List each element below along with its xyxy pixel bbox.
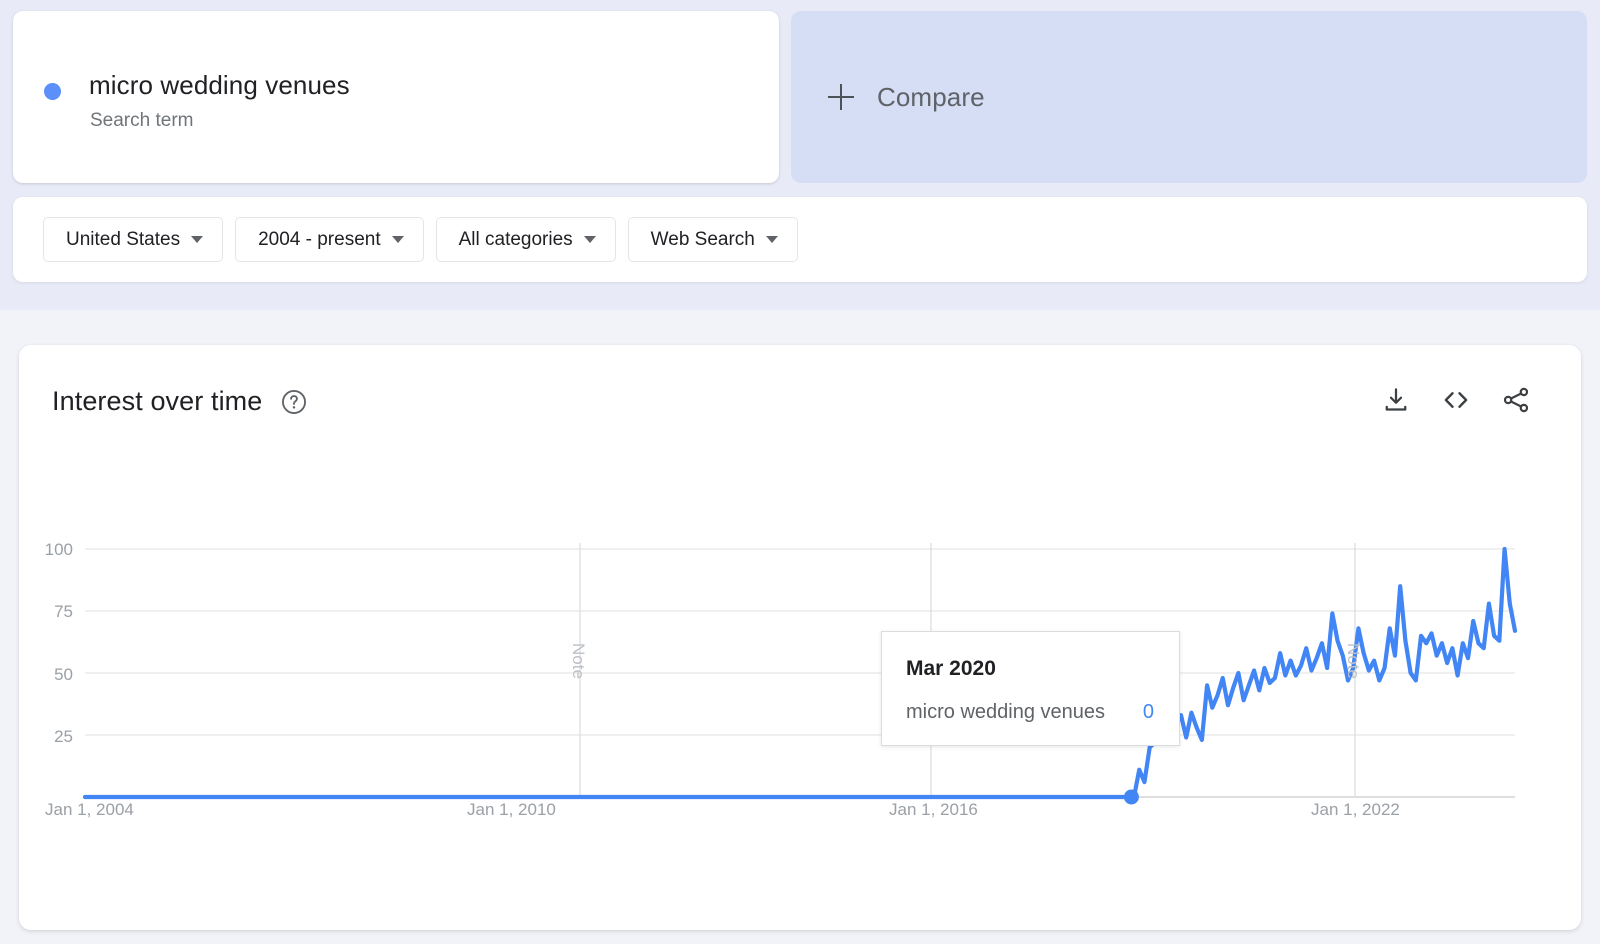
tooltip-term: micro wedding venues bbox=[906, 701, 1105, 723]
chevron-down-icon bbox=[583, 236, 596, 243]
chart-tooltip: Mar 2020 micro wedding venues 0 bbox=[881, 631, 1180, 746]
tooltip-value: 0 bbox=[1142, 701, 1154, 723]
x-tick-2022: Jan 1, 2022 bbox=[1311, 800, 1400, 819]
time-filter[interactable]: 2004 - present bbox=[235, 217, 424, 262]
x-tick-2004: Jan 1, 2004 bbox=[45, 800, 134, 819]
x-tick-2016: Jan 1, 2016 bbox=[889, 800, 978, 819]
y-tick-100: 100 bbox=[44, 540, 73, 559]
category-filter[interactable]: All categories bbox=[435, 217, 616, 262]
tooltip-date: Mar 2020 bbox=[906, 657, 996, 680]
filter-bar: United States 2004 - present All categor… bbox=[13, 197, 1587, 282]
compare-button[interactable]: Compare bbox=[791, 11, 1587, 183]
chart-plot-area: 100 75 50 25 Jan 1, 2004 Jan 1, 2010 Jan… bbox=[19, 345, 1581, 930]
x-tick-2010: Jan 1, 2010 bbox=[467, 800, 556, 819]
y-tick-50: 50 bbox=[54, 665, 73, 684]
chevron-down-icon bbox=[391, 236, 404, 243]
chevron-down-icon bbox=[191, 236, 204, 243]
region-filter-label: United States bbox=[66, 228, 181, 250]
search-type-filter[interactable]: Web Search bbox=[627, 217, 798, 262]
search-type-filter-label: Web Search bbox=[650, 228, 755, 250]
note-marker-1[interactable]: Note bbox=[568, 643, 588, 679]
category-filter-label: All categories bbox=[458, 228, 573, 250]
google-trends-page: micro wedding venues Search term Compare… bbox=[0, 0, 1600, 944]
search-term-card[interactable]: micro wedding venues Search term bbox=[13, 11, 779, 183]
search-term-type: Search term bbox=[90, 110, 194, 131]
compare-label: Compare bbox=[877, 81, 985, 112]
time-filter-label: 2004 - present bbox=[258, 228, 381, 250]
note-marker-3[interactable]: Note bbox=[1343, 643, 1363, 679]
plus-icon bbox=[828, 84, 854, 110]
search-term-row: micro wedding venues Search term Compare bbox=[13, 11, 1587, 183]
region-filter[interactable]: United States bbox=[43, 217, 224, 262]
series-color-dot bbox=[44, 83, 61, 100]
trend-line-chart[interactable] bbox=[19, 345, 1581, 930]
compare-content: Compare bbox=[828, 11, 985, 183]
interest-over-time-card: Interest over time 100 75 50 25 Jan 1, 2… bbox=[19, 345, 1581, 930]
search-term-label: micro wedding venues bbox=[89, 70, 350, 100]
y-tick-25: 25 bbox=[54, 727, 73, 746]
chevron-down-icon bbox=[765, 236, 778, 243]
y-tick-75: 75 bbox=[54, 602, 73, 621]
